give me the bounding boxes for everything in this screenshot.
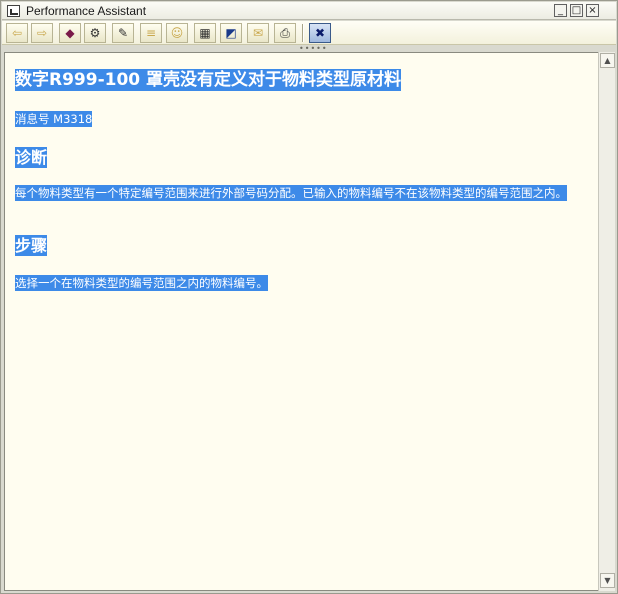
close-button[interactable]: × xyxy=(586,4,599,17)
display-icon: ◩ xyxy=(225,26,237,40)
diagnosis-text: 每个物料类型有一个特定编号范围来进行外部号码分配。已输入的物料编号不在该物料类型… xyxy=(15,185,567,201)
vertical-scrollbar[interactable]: ▲ ▼ xyxy=(598,52,615,591)
message-number: 消息号 M3318 xyxy=(15,111,93,127)
print-icon: ⎙ xyxy=(280,26,290,40)
document-area[interactable]: 数字R999-100 罩壳没有定义对于物料类型原材料 消息号 M3318 诊断 … xyxy=(4,52,599,591)
user-button[interactable]: ☺ xyxy=(166,23,188,43)
forward-button[interactable]: ⇨ xyxy=(31,23,53,43)
steps-heading-block: 步骤 xyxy=(15,235,48,256)
scroll-down-icon[interactable]: ▼ xyxy=(600,573,615,588)
technical-info-button[interactable]: ⚙ xyxy=(84,23,106,43)
table-button[interactable]: ▦ xyxy=(194,23,216,43)
note-icon: ≡ xyxy=(145,26,157,40)
document-title: 数字R999-100 罩壳没有定义对于物料类型原材料 xyxy=(15,69,402,91)
technical-info-icon: ⚙ xyxy=(89,26,101,40)
close-doc-icon: ✖ xyxy=(314,26,326,40)
diagnosis-heading: 诊断 xyxy=(15,147,48,168)
message-button[interactable]: ✉ xyxy=(247,23,269,43)
display-button[interactable]: ◩ xyxy=(220,23,242,43)
steps-heading: 步骤 xyxy=(15,235,48,256)
diagnosis-heading-block: 诊断 xyxy=(15,147,48,168)
minimize-button[interactable]: _ xyxy=(554,4,567,17)
close-doc-button[interactable]: ✖ xyxy=(309,23,331,43)
toolbar-separator xyxy=(302,24,304,42)
steps-text-block: 选择一个在物料类型的编号范围之内的物料编号。 xyxy=(15,275,268,291)
message-number-block: 消息号 M3318 xyxy=(15,111,93,127)
back-icon: ⇦ xyxy=(11,26,23,40)
message-icon: ✉ xyxy=(252,26,264,40)
book-icon: ◆ xyxy=(65,26,75,40)
back-button[interactable]: ⇦ xyxy=(6,23,28,43)
scroll-up-icon[interactable]: ▲ xyxy=(600,53,615,68)
forward-icon: ⇨ xyxy=(36,26,48,40)
title-bar[interactable]: Performance Assistant _ □ × xyxy=(2,2,616,20)
window-title: Performance Assistant xyxy=(26,4,147,18)
print-button[interactable]: ⎙ xyxy=(274,23,296,43)
user-icon: ☺ xyxy=(170,26,184,40)
diagnosis-text-block: 每个物料类型有一个特定编号范围来进行外部号码分配。已输入的物料编号不在该物料类型… xyxy=(15,185,590,201)
toolbar: ⇦ ⇨ ◆ ⚙ ✎ ≡ ☺ ▦ ◩ ✉ ⎙ ✖ xyxy=(2,21,616,45)
document-title-block: 数字R999-100 罩壳没有定义对于物料类型原材料 xyxy=(15,69,402,92)
steps-text: 选择一个在物料类型的编号范围之内的物料编号。 xyxy=(15,275,268,291)
performance-assistant-window: Performance Assistant _ □ × ⇦ ⇨ ◆ ⚙ ✎ ≡ … xyxy=(0,0,618,594)
edit-button[interactable]: ✎ xyxy=(112,23,134,43)
edit-icon: ✎ xyxy=(117,26,129,40)
maximize-button[interactable]: □ xyxy=(570,4,583,17)
table-icon: ▦ xyxy=(199,26,211,40)
window-app-icon xyxy=(7,5,20,17)
book-button[interactable]: ◆ xyxy=(59,23,81,43)
note-button[interactable]: ≡ xyxy=(140,23,162,43)
